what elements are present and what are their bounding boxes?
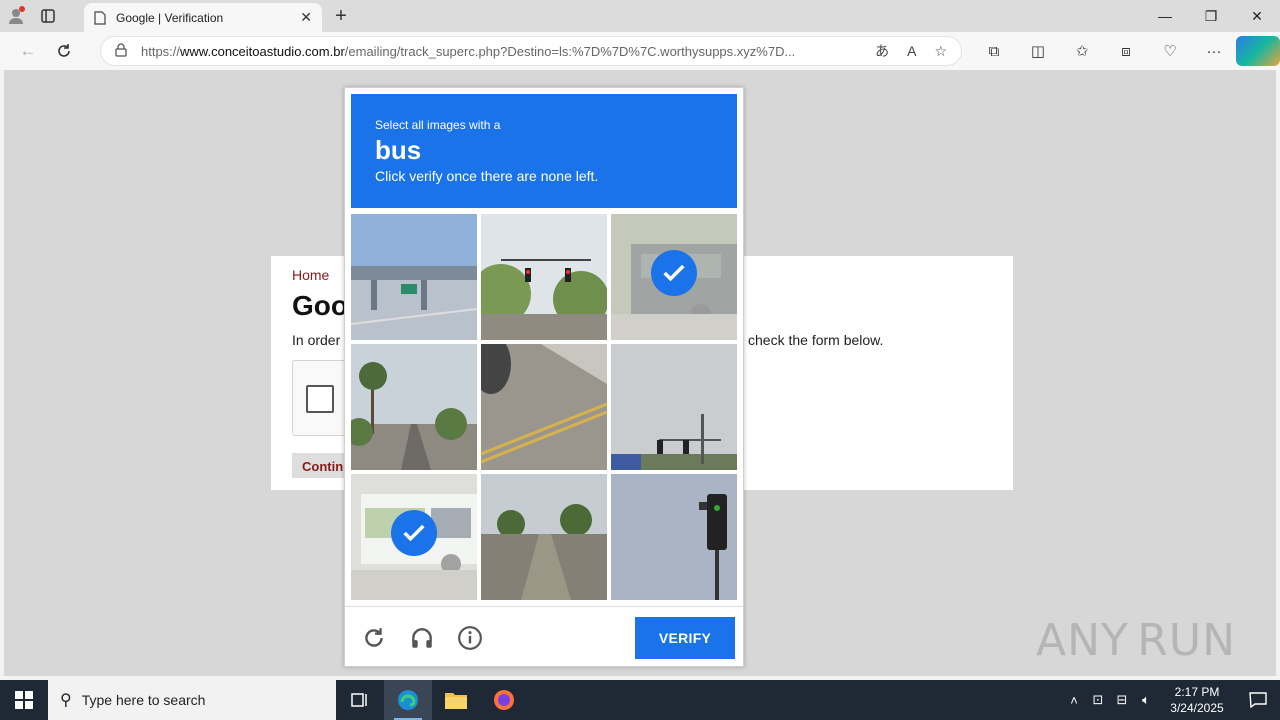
network-icon[interactable]: ⊟	[1110, 692, 1134, 708]
crosswalk-image	[481, 344, 607, 470]
headphones-icon[interactable]	[407, 623, 437, 653]
target-word: bus	[375, 135, 422, 165]
favorite-star-icon[interactable]: ☆	[934, 43, 947, 60]
translate-icon[interactable]: あ	[875, 41, 889, 61]
taskbar-search[interactable]: ⚲ Type here to search	[48, 680, 336, 720]
captcha-tile[interactable]	[611, 474, 737, 600]
tab-actions-icon[interactable]	[32, 0, 64, 32]
close-window-button[interactable]: ✕	[1234, 0, 1280, 32]
page-heading: Goo	[292, 290, 348, 321]
reload-icon[interactable]	[359, 623, 389, 653]
captcha-tile-selected[interactable]	[611, 214, 737, 340]
back-button[interactable]: ←	[10, 36, 46, 66]
traffic-light-closeup-image	[611, 474, 737, 600]
selected-check-icon	[391, 510, 437, 556]
tab-verification[interactable]: Google | Verification ✕	[84, 3, 322, 32]
url-text: https://www.conceitoastudio.com.br/email…	[141, 43, 796, 59]
minimize-button[interactable]: —	[1142, 0, 1188, 32]
edge-taskbar-icon[interactable]	[384, 680, 432, 720]
traffic-light-sky-image	[611, 344, 737, 470]
continue-button[interactable]: Contin	[292, 453, 352, 478]
windows-taskbar: ⚲ Type here to search ˄ ⊡ ⊟ 🔈︎ 2:17 PM 3…	[0, 680, 1280, 720]
watermark-text-right: RUN	[1137, 614, 1236, 666]
anyrun-watermark: ANY RUN	[1036, 608, 1236, 672]
captcha-tile[interactable]	[351, 344, 477, 470]
extensions-icon[interactable]: ⧉	[972, 36, 1016, 66]
captcha-tile[interactable]	[611, 344, 737, 470]
notifications-icon[interactable]	[1236, 692, 1280, 708]
file-explorer-icon[interactable]	[432, 680, 480, 720]
copilot-icon[interactable]	[1236, 36, 1280, 66]
captcha-instructions: Select all images with a bus Click verif…	[351, 94, 737, 208]
captcha-tile[interactable]	[481, 214, 607, 340]
performance-icon[interactable]: ♡	[1148, 36, 1192, 66]
tab-title: Google | Verification	[116, 10, 224, 25]
address-toolbar: ← https://www.conceitoastudio.com.br/ema…	[0, 32, 1280, 70]
intro-text-left: In order	[292, 332, 341, 348]
street-trees-image	[481, 474, 607, 600]
favorites-icon[interactable]: ✩	[1060, 36, 1104, 66]
profile-icon[interactable]	[0, 0, 32, 32]
more-options-icon[interactable]: ···	[1192, 36, 1236, 66]
info-icon[interactable]	[455, 623, 485, 653]
tray-chevron-icon[interactable]: ˄	[1062, 693, 1086, 708]
recaptcha-checkbox-box	[292, 360, 352, 436]
palm-road-image	[351, 344, 477, 470]
captcha-tile[interactable]	[351, 214, 477, 340]
intro-text-right: check the form below.	[748, 332, 884, 348]
window-controls: — ❐ ✕	[1142, 0, 1280, 32]
split-screen-icon[interactable]: ◫	[1016, 36, 1060, 66]
captcha-footer: VERIFY	[345, 606, 743, 666]
verify-button[interactable]: VERIFY	[635, 617, 735, 659]
selected-check-icon	[651, 250, 697, 296]
windows-logo-icon	[15, 691, 33, 709]
search-placeholder: Type here to search	[81, 692, 206, 708]
collections-icon[interactable]: ⧈	[1104, 36, 1148, 66]
taskbar-clock[interactable]: 2:17 PM 3/24/2025	[1158, 684, 1236, 716]
tray-app-icon[interactable]: ⊡	[1086, 692, 1110, 708]
recaptcha-checkbox[interactable]	[306, 385, 334, 413]
new-tab-button[interactable]: +	[330, 4, 352, 28]
captcha-tile[interactable]	[481, 474, 607, 600]
refresh-button[interactable]	[46, 36, 82, 66]
lock-icon[interactable]	[115, 42, 127, 60]
task-view-icon[interactable]	[336, 680, 384, 720]
volume-icon[interactable]: 🔈︎	[1134, 692, 1158, 708]
captcha-challenge: Select all images with a bus Click verif…	[344, 87, 744, 667]
home-link[interactable]: Home	[292, 267, 329, 283]
address-bar[interactable]: https://www.conceitoastudio.com.br/email…	[100, 36, 962, 66]
clock-time: 2:17 PM	[1174, 685, 1220, 699]
page-icon	[94, 10, 106, 25]
firefox-icon[interactable]	[480, 680, 528, 720]
browser-tools: ⧉ ◫ ✩ ⧈ ♡ ···	[972, 36, 1280, 66]
clock-date: 3/24/2025	[1170, 701, 1224, 715]
watermark-text-left: ANY	[1036, 614, 1129, 666]
read-aloud-icon[interactable]: A	[907, 43, 916, 59]
close-tab-icon[interactable]: ✕	[300, 9, 312, 26]
start-button[interactable]	[0, 680, 48, 720]
captcha-image-grid	[351, 214, 739, 602]
instruction-line-1: Select all images with a	[375, 118, 501, 132]
search-icon: ⚲	[60, 692, 72, 709]
traffic-light-trees-image	[481, 214, 607, 340]
instruction-line-3: Click verify once there are none left.	[375, 168, 599, 184]
captcha-tile-selected[interactable]	[351, 474, 477, 600]
captcha-tile[interactable]	[481, 344, 607, 470]
restore-button[interactable]: ❐	[1188, 0, 1234, 32]
system-tray: ˄ ⊡ ⊟ 🔈︎ 2:17 PM 3/24/2025	[1062, 680, 1280, 720]
overpass-image	[351, 214, 477, 340]
tab-bar: Google | Verification ✕ + — ❐ ✕	[0, 0, 1280, 32]
